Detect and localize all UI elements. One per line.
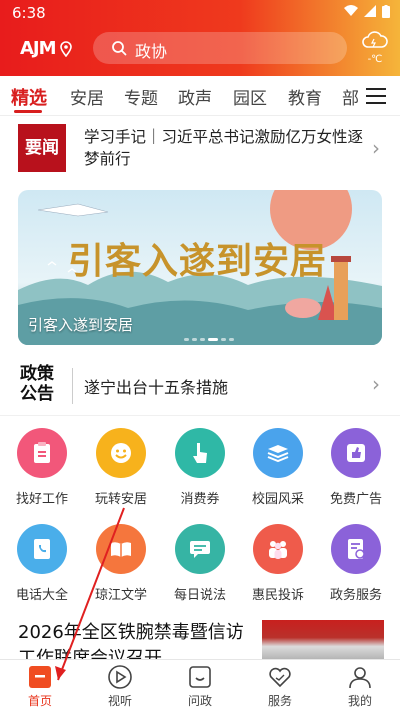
weather-widget[interactable]: -℃ [358,30,392,70]
carousel-dots [184,338,234,341]
menu-icon[interactable] [366,88,386,104]
service-label: 找好工作 [15,492,68,507]
service-label: 免费广告 [329,492,382,507]
nav-service[interactable]: 服务 [240,664,320,709]
service-find-job[interactable]: 找好工作 [4,428,80,507]
app-logo[interactable]: AJM [20,38,57,59]
banner-carousel[interactable]: 引客入遂到安居 引客入遂到安居 [18,190,382,345]
nav-home[interactable]: 首页 [0,664,80,709]
service-government[interactable]: 政务服务 [318,524,394,603]
service-anju-fun[interactable]: 玩转安居 [83,428,159,507]
policy-badge-line2: 公告 [20,384,54,404]
book-open-icon [96,524,146,574]
policy-headline[interactable]: 遂宁出台十五条措施 [84,374,228,398]
nav-label: 视听 [107,694,132,708]
tab-department[interactable]: 部 [342,84,359,109]
app-screen: 6:38 AJM 政协 -℃ 精选 安居 专题 政声 园区 教育 部 要闻 学习… [0,0,400,711]
service-vouchers[interactable]: 消费券 [162,428,238,507]
status-time: 6:38 [12,4,46,22]
service-phone-directory[interactable]: 电话大全 [4,524,80,603]
tab-political-voice[interactable]: 政声 [178,84,212,109]
nav-label: 首页 [27,694,52,708]
status-icons [344,5,390,22]
nav-label: 服务 [267,694,292,708]
chat-icon [175,524,225,574]
service-label: 政务服务 [329,588,382,603]
hand-pointer-icon [175,428,225,478]
user-icon [347,664,373,690]
article-thumbnail[interactable] [262,620,384,664]
phone-icon [17,524,67,574]
chevron-right-icon: › [372,136,380,160]
smile-icon [96,428,146,478]
weather-temp: -℃ [367,54,383,65]
tab-anju[interactable]: 安居 [70,84,104,109]
nav-inquiry[interactable]: 问政 [160,664,240,709]
banner-caption: 引客入遂到安居 [28,316,134,334]
policy-badge: 政策 公告 [20,364,66,404]
service-free-ads[interactable]: 免费广告 [318,428,394,507]
nav-label: 我的 [347,694,372,708]
service-complaints[interactable]: 惠民投诉 [240,524,316,603]
thumbs-up-icon [331,428,381,478]
search-icon [111,40,127,56]
news-row[interactable]: 要闻 学习手记｜习近平总书记激励亿万女性逐梦前行 › [0,118,400,182]
service-label: 惠民投诉 [251,588,304,603]
heart-icon [267,664,293,690]
cloud-icon [362,31,388,54]
service-label: 每日说法 [173,588,226,603]
banner-title: 引客入遂到安居 [68,240,328,282]
active-tab-indicator [14,110,42,113]
document-icon [331,524,381,574]
search-bar[interactable]: 政协 [93,32,347,64]
service-label: 琼江文学 [94,588,147,603]
policy-badge-line1: 政策 [20,364,54,384]
location-icon[interactable] [60,41,72,58]
nav-label: 问政 [187,694,212,708]
service-label: 电话大全 [15,588,68,603]
battery-icon [382,5,390,22]
nav-profile[interactable]: 我的 [320,664,400,709]
chevron-right-icon: › [372,372,380,396]
policy-row[interactable]: 政策 公告 遂宁出台十五条措施 › [0,356,400,416]
tab-parks[interactable]: 园区 [233,84,267,109]
home-icon [27,664,53,690]
books-icon [253,428,303,478]
signal-icon [364,5,376,22]
news-badge: 要闻 [18,124,66,172]
message-box-icon [187,664,213,690]
service-label: 玩转安居 [94,492,147,507]
play-icon [107,664,133,690]
service-literature[interactable]: 琼江文学 [83,524,159,603]
wifi-icon [344,5,358,22]
tab-education[interactable]: 教育 [288,84,322,109]
service-campus[interactable]: 校园风采 [240,428,316,507]
channel-tabs: 精选 安居 专题 政声 园区 教育 部 [0,76,400,116]
clipboard-icon [17,428,67,478]
divider [72,368,73,404]
service-label: 校园风采 [251,492,304,507]
news-headline[interactable]: 学习手记｜习近平总书记激励亿万女性逐梦前行 [84,126,364,170]
nav-video[interactable]: 视听 [80,664,160,709]
bottom-nav: 首页 视听 问政 服务 我的 [0,659,400,711]
tab-featured[interactable]: 精选 [11,84,47,110]
service-grid: 找好工作 玩转安居 消费券 校园风采 免费广告 电话大全 琼江文学 每日说法 惠… [0,426,400,614]
tab-topics[interactable]: 专题 [124,84,158,109]
search-input[interactable]: 政协 [135,38,167,62]
header: 6:38 AJM 政协 -℃ [0,0,400,76]
people-icon [253,524,303,574]
service-daily-law[interactable]: 每日说法 [162,524,238,603]
service-label: 消费券 [180,492,220,507]
